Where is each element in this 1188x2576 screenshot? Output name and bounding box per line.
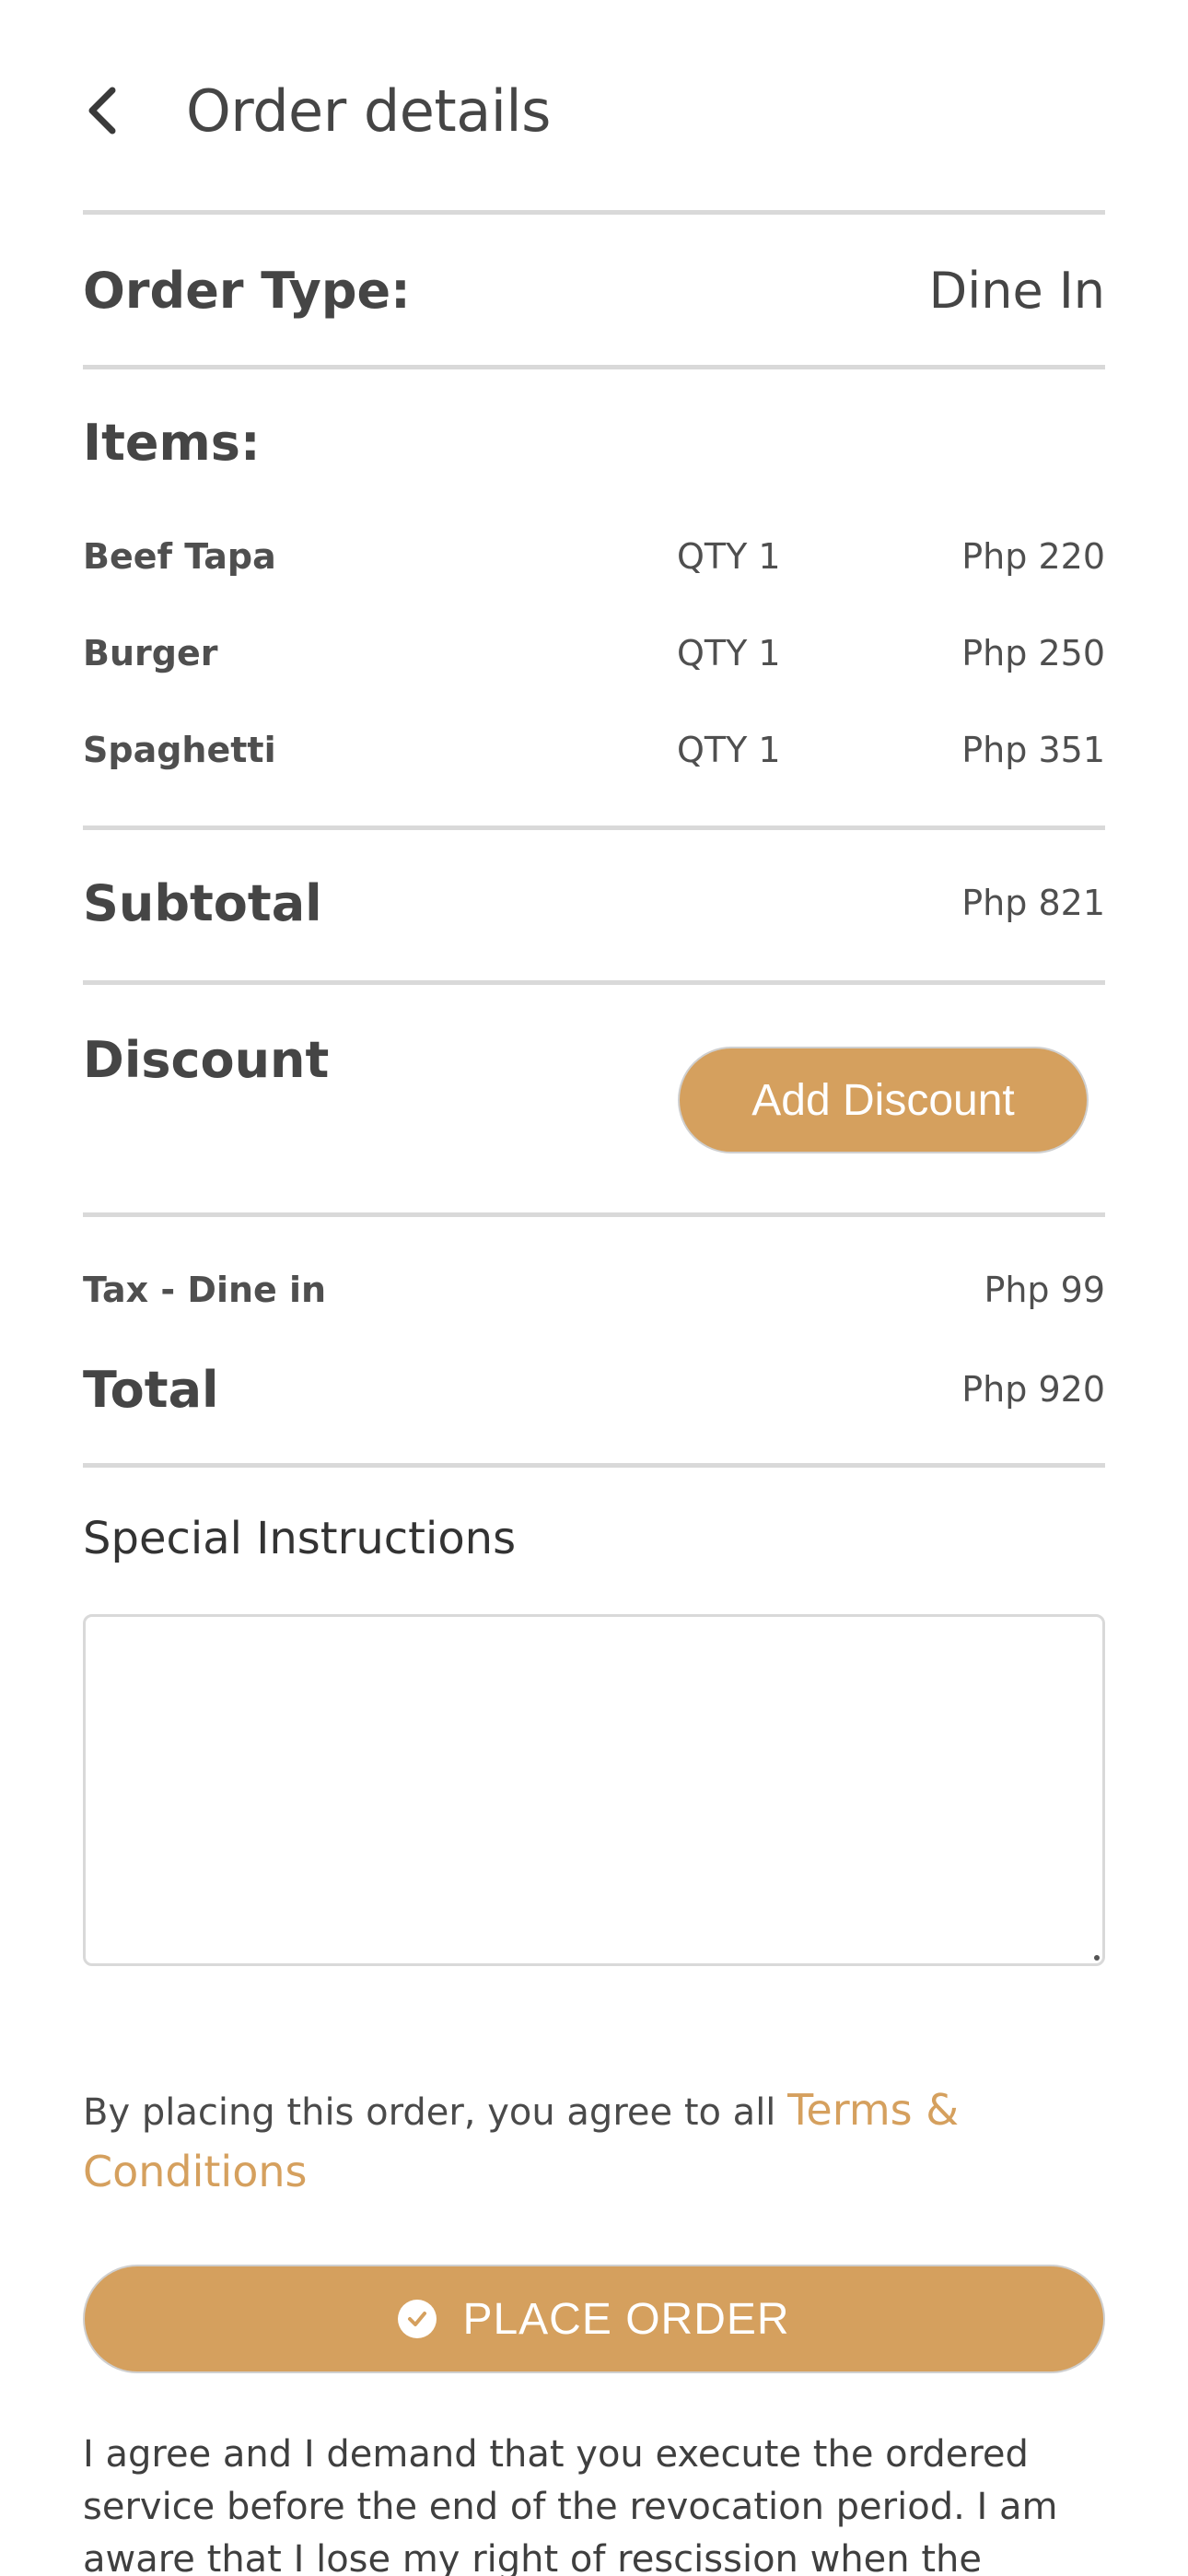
- discount-label: Discount: [83, 1030, 330, 1089]
- items-heading: Items:: [83, 413, 261, 472]
- subtotal-amount: Php 821: [961, 883, 1105, 923]
- divider: [83, 365, 1105, 369]
- terms-notice: By placing this order, you agree to all …: [83, 2080, 1105, 2204]
- item-price: Php 250: [961, 633, 1105, 673]
- item-name: Beef Tapa: [83, 536, 276, 577]
- list-item: Beef Tapa QTY 1 Php 220: [83, 527, 1105, 586]
- divider: [83, 1212, 1105, 1217]
- tax-row: Tax - Dine in Php 99: [83, 1262, 1105, 1317]
- order-type-label: Order Type:: [83, 261, 411, 320]
- tax-label: Tax - Dine in: [83, 1270, 327, 1310]
- item-qty: QTY 1: [677, 633, 781, 673]
- disclaimer-text: I agree and I demand that you execute th…: [83, 2433, 1058, 2576]
- list-item: Burger QTY 1 Php 250: [83, 624, 1105, 683]
- divider: [83, 1463, 1105, 1468]
- item-name: Burger: [83, 633, 218, 673]
- divider: [83, 980, 1105, 985]
- order-type-value: Dine In: [928, 261, 1105, 320]
- back-button[interactable]: [83, 64, 129, 157]
- resize-handle-icon[interactable]: [1094, 1955, 1100, 1961]
- place-order-button[interactable]: PLACE ORDER: [83, 2265, 1105, 2373]
- check-circle-icon: [398, 2300, 437, 2338]
- order-details-screen: Order details Order Type: Dine In Items:…: [0, 0, 1188, 2576]
- items-heading-row: Items:: [83, 405, 1105, 479]
- header: Order details: [83, 64, 1105, 157]
- chevron-left-icon: [88, 87, 116, 135]
- terms-text: By placing this order, you agree to all: [83, 2091, 788, 2134]
- add-discount-button[interactable]: Add Discount: [678, 1047, 1089, 1153]
- item-qty: QTY 1: [677, 730, 781, 770]
- special-instructions-label: Special Instructions: [83, 1513, 517, 1564]
- item-price: Php 351: [961, 730, 1105, 770]
- list-item: Spaghetti QTY 1 Php 351: [83, 720, 1105, 779]
- item-name: Spaghetti: [83, 730, 276, 770]
- total-amount: Php 920: [961, 1369, 1105, 1410]
- total-label: Total: [83, 1360, 219, 1419]
- divider: [83, 210, 1105, 215]
- item-price: Php 220: [961, 536, 1105, 577]
- tax-amount: Php 99: [984, 1270, 1105, 1310]
- subtotal-row: Subtotal Php 821: [83, 866, 1105, 940]
- total-row: Total Php 920: [83, 1352, 1105, 1426]
- item-qty: QTY 1: [677, 536, 781, 577]
- subtotal-label: Subtotal: [83, 873, 322, 932]
- page-title: Order details: [186, 76, 551, 145]
- place-order-label: PLACE ORDER: [462, 2294, 790, 2344]
- order-type-row: Order Type: Dine In: [83, 249, 1105, 332]
- divider: [83, 825, 1105, 830]
- special-instructions-input[interactable]: [83, 1614, 1105, 1966]
